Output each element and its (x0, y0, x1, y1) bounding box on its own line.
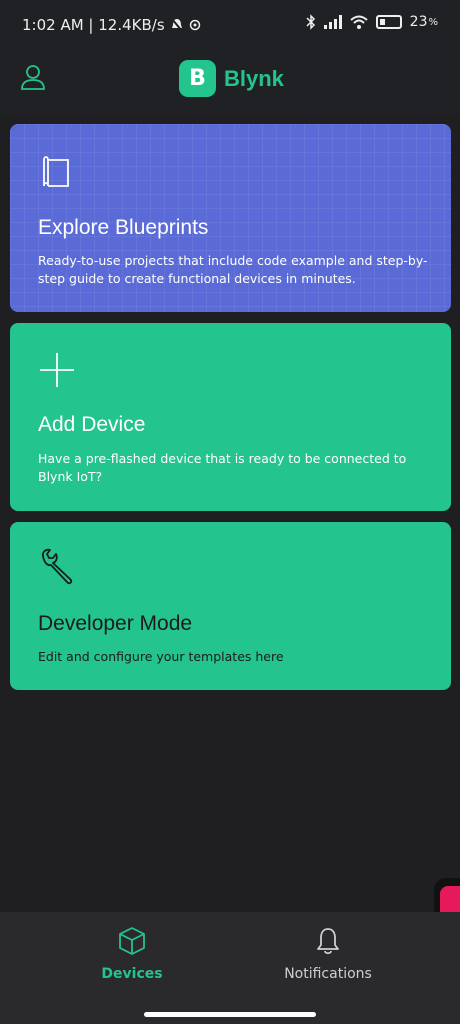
card-description: Have a pre-flashed device that is ready … (38, 451, 407, 484)
plus-icon (40, 353, 74, 387)
home-indicator[interactable] (144, 1012, 316, 1017)
card-title: Developer Mode (38, 612, 193, 635)
add-device-card[interactable]: Add Device Have a pre-flashed device tha… (10, 323, 451, 511)
sync-icon (189, 19, 200, 31)
profile-icon[interactable] (18, 62, 48, 92)
status-time: 1:02 AM | 12.4KB/s (22, 16, 165, 34)
card-title: Explore Blueprints (38, 216, 209, 239)
bluetooth-icon (306, 14, 315, 30)
wrench-icon (41, 548, 73, 585)
cube-icon (119, 927, 145, 955)
explore-blueprints-card[interactable]: Explore Blueprints Ready-to-use projects… (10, 124, 451, 312)
battery-icon (375, 15, 402, 29)
battery-level: 23 (409, 14, 428, 30)
book-icon (43, 156, 69, 187)
tab-devices[interactable]: Devices (62, 926, 202, 982)
status-bar: 1:02 AM | 12.4KB/s 23% (0, 0, 460, 52)
card-description: Edit and configure your templates here (38, 649, 284, 664)
card-description: Ready-to-use projects that include code … (38, 253, 428, 286)
app-header: B Blynk (0, 52, 460, 114)
signal-icon (323, 15, 342, 29)
bottom-navigation: Devices Notifications (0, 912, 460, 1024)
wifi-icon (349, 15, 368, 29)
brand-badge: B (179, 60, 216, 97)
tab-devices-label: Devices (101, 966, 163, 982)
brand-name: Blynk (224, 65, 284, 91)
tab-notifications[interactable]: Notifications (258, 926, 398, 982)
developer-mode-card[interactable]: Developer Mode Edit and configure your t… (10, 522, 451, 690)
status-left: 1:02 AM | 12.4KB/s (22, 16, 201, 34)
status-right: 23% (306, 14, 438, 30)
brand-logo: B Blynk (179, 60, 284, 97)
bell-icon (317, 928, 339, 955)
tab-notifications-label: Notifications (284, 966, 372, 982)
mute-icon (170, 18, 183, 32)
card-title: Add Device (38, 413, 146, 436)
